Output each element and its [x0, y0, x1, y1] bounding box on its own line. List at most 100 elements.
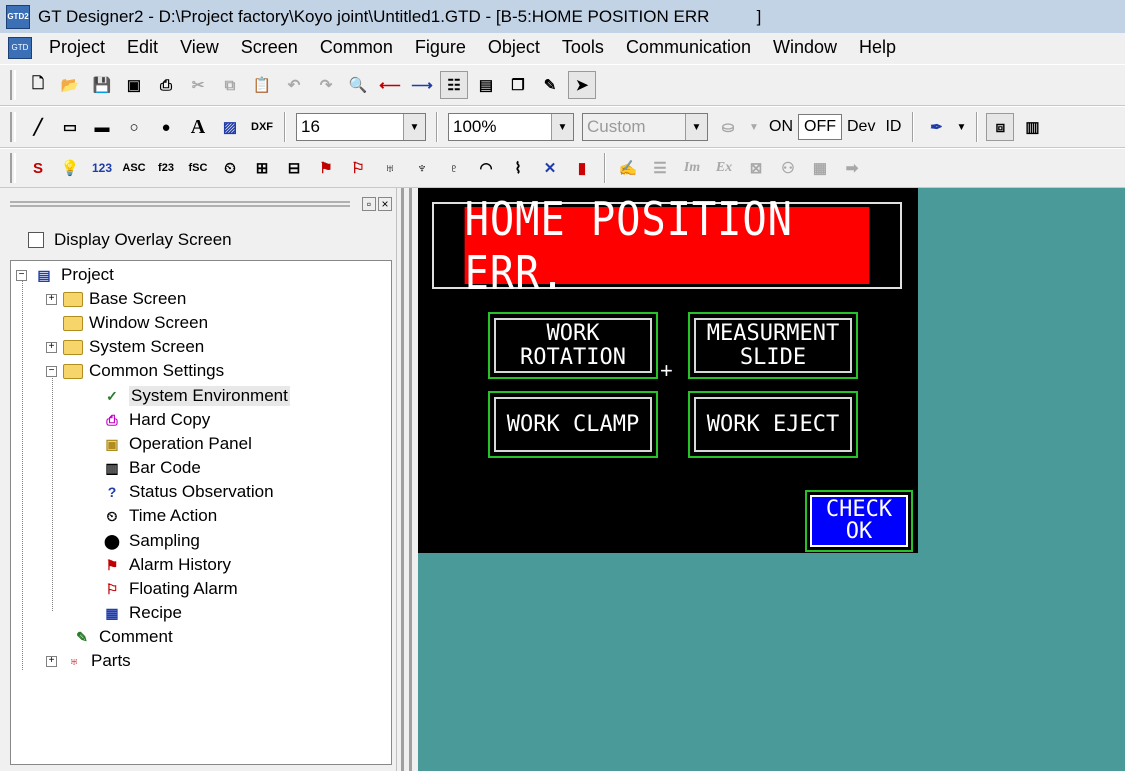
custom-select[interactable]: Custom ▼ — [582, 113, 708, 141]
list-icon[interactable]: ☰ — [646, 154, 674, 182]
pencil-icon[interactable]: ✎ — [536, 71, 564, 99]
work-rotation-button[interactable]: WORK ROTATION — [488, 312, 658, 379]
switch-icon[interactable]: S — [24, 154, 52, 182]
filled-rectangle-icon[interactable]: ▬ — [88, 113, 116, 141]
parts-display-2-icon[interactable]: ♆ — [408, 154, 436, 182]
parts-movement-icon[interactable]: ♅ — [376, 154, 404, 182]
expand-icon[interactable]: + — [46, 341, 57, 353]
redo-icon[interactable]: ↷ — [312, 71, 340, 99]
overlay-checkbox[interactable] — [28, 232, 44, 248]
tree-item-base-screen[interactable]: + Base Screen — [46, 288, 186, 310]
ex-icon[interactable]: Ex — [710, 154, 738, 182]
tree-item-system-screen[interactable]: + System Screen — [46, 336, 204, 358]
menu-common[interactable]: Common — [309, 37, 404, 58]
trend-graph-icon[interactable]: ⌇ — [504, 154, 532, 182]
numeric-input-icon[interactable]: f23 — [152, 154, 180, 182]
zoom-select[interactable]: 100% ▼ — [448, 113, 574, 141]
cut-icon[interactable]: ✂ — [184, 71, 212, 99]
print-icon[interactable]: ⎙ — [152, 71, 180, 99]
tree-item-system-environment[interactable]: ✓ System Environment — [101, 385, 290, 407]
tree-item-sampling[interactable]: ⬤ Sampling — [101, 530, 200, 552]
font-size-select[interactable]: 16 ▼ — [296, 113, 426, 141]
filled-circle-icon[interactable]: ● — [152, 113, 180, 141]
tree-item-time-action[interactable]: ⏲ Time Action — [101, 505, 218, 527]
text-icon[interactable]: A — [184, 113, 212, 141]
circle-icon[interactable]: ○ — [120, 113, 148, 141]
menu-communication[interactable]: Communication — [615, 37, 762, 58]
overlay-label[interactable]: Display Overlay Screen — [54, 230, 232, 250]
paste-icon[interactable]: 📋 — [248, 71, 276, 99]
data-icon[interactable]: ▦ — [806, 154, 834, 182]
fill-bucket-icon[interactable]: ⛀ — [714, 113, 742, 141]
tree-item-alarm-history[interactable]: ⚑ Alarm History — [101, 554, 231, 576]
script-icon[interactable]: ✍ — [614, 154, 642, 182]
restore-icon[interactable]: ▫ — [362, 197, 376, 211]
id-button[interactable]: ID — [880, 118, 906, 136]
open-folder-icon[interactable]: 📂 — [56, 71, 84, 99]
ascii-display-icon[interactable]: ASC — [120, 154, 148, 182]
bar-graph-icon[interactable]: ▮ — [568, 154, 596, 182]
tree-item-bar-code[interactable]: ▥ Bar Code — [101, 457, 200, 479]
property-sheet-icon[interactable]: ▤ — [472, 71, 500, 99]
tree-item-project[interactable]: − ▤ Project — [16, 264, 114, 286]
overlay-screen-icon[interactable]: ⧈ — [986, 113, 1015, 141]
work-eject-button[interactable]: WORK EJECT — [688, 391, 858, 458]
expand-icon[interactable]: + — [46, 655, 57, 667]
work-clamp-button[interactable]: WORK CLAMP — [488, 391, 658, 458]
chevron-down-icon[interactable]: ▼ — [685, 114, 707, 140]
ascii-input-icon[interactable]: fSC — [184, 154, 212, 182]
screen-list-icon[interactable]: ❐ — [504, 71, 532, 99]
rectangle-icon[interactable]: ▭ — [56, 113, 84, 141]
on-state-button[interactable]: ON — [764, 118, 798, 136]
menu-tools[interactable]: Tools — [551, 37, 615, 58]
im-icon[interactable]: Im — [678, 154, 706, 182]
toolbar-grip[interactable] — [10, 112, 16, 142]
collapse-icon[interactable]: − — [16, 269, 27, 281]
measurment-slide-button[interactable]: MEASURMENT SLIDE — [688, 312, 858, 379]
new-file-icon[interactable]: 🗋 — [24, 71, 52, 99]
menu-figure[interactable]: Figure — [404, 37, 477, 58]
menu-view[interactable]: View — [169, 37, 230, 58]
chevron-down-icon[interactable]: ▼ — [746, 113, 762, 141]
panel-grip[interactable] — [10, 201, 350, 207]
tree-item-parts[interactable]: + ♅ Parts — [46, 650, 131, 672]
screen-editor-canvas[interactable]: HOME POSITION ERR. WORK ROTATION + MEASU… — [418, 188, 1125, 771]
off-state-button[interactable]: OFF — [798, 114, 842, 140]
lamp-icon[interactable]: 💡 — [56, 154, 84, 182]
collapse-icon[interactable]: − — [46, 365, 57, 377]
parts-3-icon[interactable]: ♇ — [440, 154, 468, 182]
save-screen-icon[interactable]: ▣ — [120, 71, 148, 99]
alarm-history-icon[interactable]: ⚑ — [312, 154, 340, 182]
select-pointer-icon[interactable]: ➤ — [568, 71, 596, 99]
tree-item-comment[interactable]: ✎ Comment — [71, 626, 173, 648]
line-icon[interactable]: ╱ — [24, 113, 52, 141]
back-arrow-icon[interactable]: ⟵ — [376, 71, 404, 99]
check-icon[interactable]: ⊠ — [742, 154, 770, 182]
close-icon[interactable]: × — [378, 197, 392, 211]
tree-item-operation-panel[interactable]: ▣ Operation Panel — [101, 433, 252, 455]
parts-display-icon[interactable]: ⊟ — [280, 154, 308, 182]
undo-icon[interactable]: ↶ — [280, 71, 308, 99]
menu-help[interactable]: Help — [848, 37, 907, 58]
tree-item-status-observation[interactable]: ? Status Observation — [101, 481, 274, 503]
tree-item-common-settings[interactable]: − Common Settings — [46, 360, 224, 382]
find-icon[interactable]: 🔍 — [344, 71, 372, 99]
menu-edit[interactable]: Edit — [116, 37, 169, 58]
pen-color-icon[interactable]: ✒ — [922, 113, 950, 141]
chevron-down-icon[interactable]: ▼ — [551, 114, 573, 140]
clock-icon[interactable]: ⏲ — [216, 154, 244, 182]
check-ok-button[interactable]: CHECK OK — [805, 490, 913, 552]
hmi-screen[interactable]: HOME POSITION ERR. WORK ROTATION + MEASU… — [418, 188, 918, 553]
menu-object[interactable]: Object — [477, 37, 551, 58]
device-button[interactable]: Dev — [842, 118, 880, 136]
menu-screen[interactable]: Screen — [230, 37, 309, 58]
tree-item-hard-copy[interactable]: ⎙ Hard Copy — [101, 409, 210, 431]
tree-item-window-screen[interactable]: Window Screen — [63, 312, 208, 334]
comment-display-icon[interactable]: ⊞ — [248, 154, 276, 182]
chevron-down-icon[interactable]: ▼ — [954, 113, 968, 141]
forward-arrow-icon[interactable]: ⟶ — [408, 71, 436, 99]
menu-project[interactable]: Project — [38, 37, 116, 58]
expand-icon[interactable]: + — [46, 293, 57, 305]
panel-meter-icon[interactable]: ◠ — [472, 154, 500, 182]
menu-window[interactable]: Window — [762, 37, 848, 58]
